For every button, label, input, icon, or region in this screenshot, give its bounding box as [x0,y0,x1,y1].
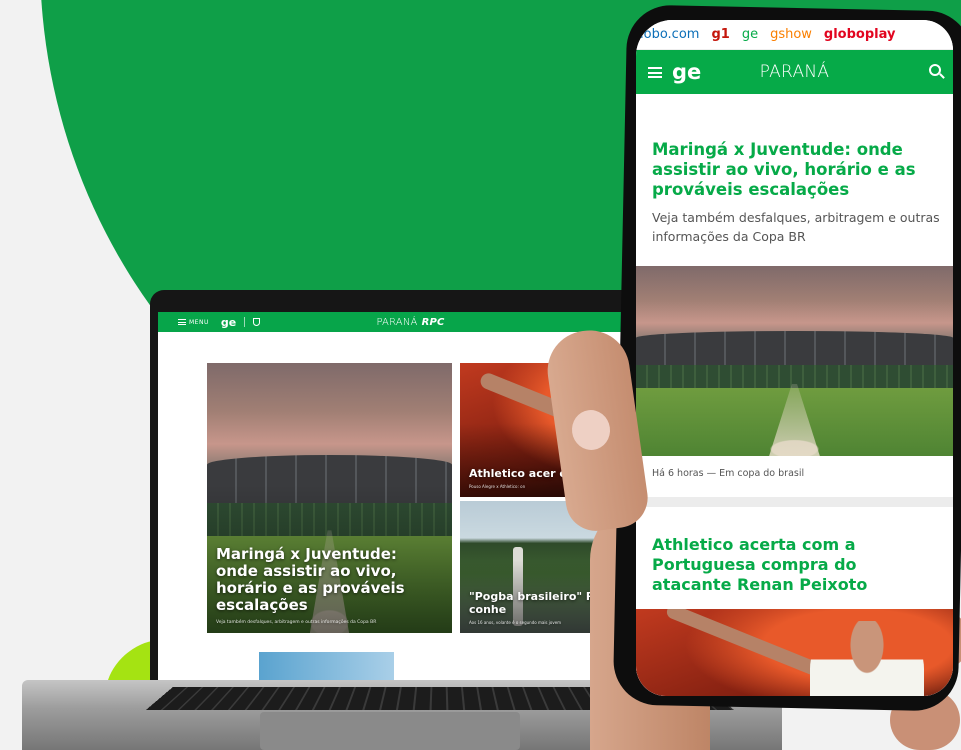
laptop-navbar: MENU ge PARANÁ RPC [158,312,663,332]
story-meta: Há 6 horas — Em copa do brasil [636,456,953,497]
search-icon[interactable] [929,64,941,76]
phone-navbar: ge PARANÁ [636,50,953,94]
next-story-thumbnail[interactable] [259,652,394,680]
promo-scene: MENU ge PARANÁ RPC Maringá x Juventude: o… [0,0,961,750]
portal-link-globoplay[interactable]: globoplay [824,27,896,42]
player-photo[interactable] [636,609,953,696]
main-story-summary: Veja também desfalques, arbitragem e out… [216,620,443,625]
globo-portals-bar: lobo.com g1 ge gshow globoplay [636,20,953,50]
portal-link-g1[interactable]: g1 [711,27,729,42]
laptop-trackpad [260,712,520,750]
stadium-photo[interactable] [636,266,953,456]
main-story-headline[interactable]: Maringá x Juventude: onde assistir ao vi… [216,546,443,614]
region-title: PARANÁ [636,62,953,82]
feed-card[interactable]: Maringá x Juventude: onde assistir ao vi… [636,114,953,497]
portal-link-globo[interactable]: lobo.com [640,27,699,42]
news-feed: Maringá x Juventude: onde assistir ao vi… [636,114,953,696]
portal-link-gshow[interactable]: gshow [770,27,812,42]
portal-link-ge[interactable]: ge [742,27,758,42]
rpc-logo: RPC [422,317,445,328]
feed-card[interactable]: Athletico acerta com a Portuguesa compra… [636,507,953,696]
phone-screen: lobo.com g1 ge gshow globoplay ge PARANÁ… [636,20,953,696]
region-title: PARANÁ RPC [158,317,663,328]
story-headline[interactable]: Athletico acerta com a Portuguesa compra… [636,507,953,609]
story-summary: Veja também desfalques, arbitragem e out… [636,200,953,266]
main-story-card[interactable]: Maringá x Juventude: onde assistir ao vi… [207,363,452,633]
region-label: PARANÁ [376,317,417,328]
story-headline[interactable]: Maringá x Juventude: onde assistir ao vi… [636,114,953,200]
